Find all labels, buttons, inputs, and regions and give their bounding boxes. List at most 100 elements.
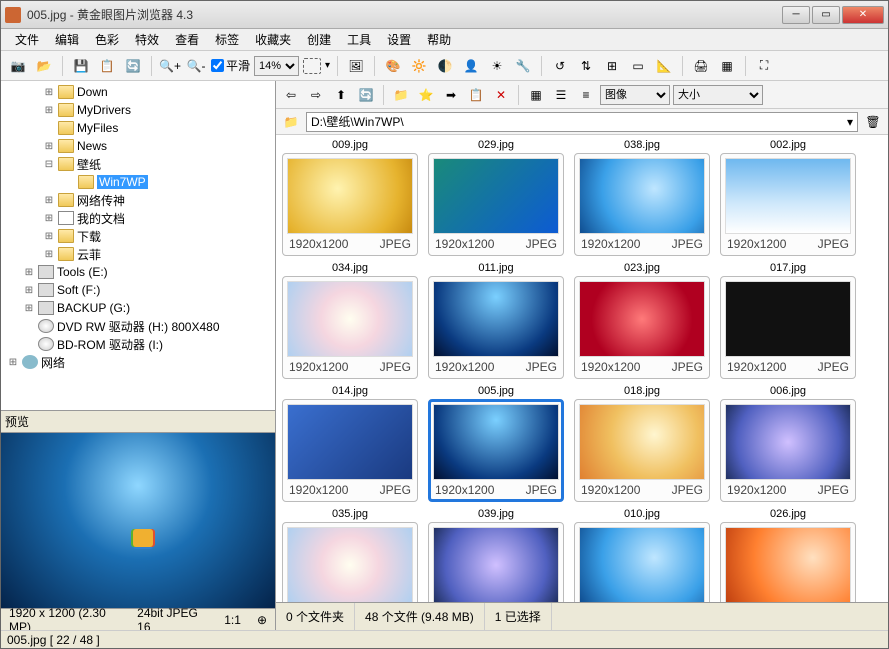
tree-item-1[interactable]: ⊞MyDrivers bbox=[3, 101, 273, 119]
thumb-014.jpg[interactable]: 014.jpg1920x1200JPEG bbox=[280, 385, 420, 502]
zoom-out-icon[interactable]: 🔍- bbox=[185, 55, 207, 77]
path-input[interactable]: D:\壁纸\Win7WP\▾ bbox=[306, 112, 858, 132]
tree-item-0[interactable]: ⊞Down bbox=[3, 83, 273, 101]
thumb-026.jpg[interactable]: 026.jpg1920x1200JPEG bbox=[718, 508, 858, 602]
thumb-image bbox=[433, 404, 559, 480]
refresh-icon[interactable]: 🔄 bbox=[355, 84, 377, 106]
effect1-icon[interactable]: 🎨 bbox=[382, 55, 404, 77]
menu-1[interactable]: 编辑 bbox=[47, 28, 87, 51]
menu-3[interactable]: 特效 bbox=[127, 28, 167, 51]
menubar: 文件编辑色彩特效查看标签收藏夹创建工具设置帮助 bbox=[1, 29, 888, 51]
forward-icon[interactable]: ⇨ bbox=[305, 84, 327, 106]
copy-to-icon[interactable]: 📋 bbox=[465, 84, 487, 106]
back-icon[interactable]: ⇦ bbox=[280, 84, 302, 106]
thumb-resolution: 1920x1200 bbox=[727, 483, 786, 497]
tree-item-4[interactable]: ⊟壁纸 bbox=[3, 155, 273, 173]
tree-item-8[interactable]: ⊞下载 bbox=[3, 227, 273, 245]
copy-icon[interactable]: 📋 bbox=[96, 55, 118, 77]
thumb-010.jpg[interactable]: 010.jpg1920x1200JPEG bbox=[572, 508, 712, 602]
effect2-icon[interactable]: 🔆 bbox=[408, 55, 430, 77]
thumb-filename: 035.jpg bbox=[332, 508, 368, 520]
tree-item-15[interactable]: ⊞网络 bbox=[3, 353, 273, 371]
sort-select[interactable]: 大小 bbox=[673, 85, 763, 105]
thumb-018.jpg[interactable]: 018.jpg1920x1200JPEG bbox=[572, 385, 712, 502]
delete-icon[interactable]: ✕ bbox=[490, 84, 512, 106]
menu-0[interactable]: 文件 bbox=[7, 28, 47, 51]
effect6-icon[interactable]: 🔧 bbox=[512, 55, 534, 77]
tree-item-2[interactable]: MyFiles bbox=[3, 119, 273, 137]
move-icon[interactable]: ➡ bbox=[440, 84, 462, 106]
effect5-icon[interactable]: ☀ bbox=[486, 55, 508, 77]
menu-10[interactable]: 帮助 bbox=[419, 28, 459, 51]
menu-4[interactable]: 查看 bbox=[167, 28, 207, 51]
menu-8[interactable]: 工具 bbox=[339, 28, 379, 51]
tree-item-11[interactable]: ⊞Soft (F:) bbox=[3, 281, 273, 299]
smooth-checkbox[interactable]: 平滑 bbox=[211, 57, 250, 74]
tree-item-13[interactable]: DVD RW 驱动器 (H:) 800X480 bbox=[3, 317, 273, 335]
trash-icon[interactable]: 🗑 bbox=[862, 111, 884, 133]
close-button[interactable]: ✕ bbox=[842, 6, 884, 24]
up-icon[interactable]: ⬆ bbox=[330, 84, 352, 106]
thumb-005.jpg[interactable]: 005.jpg1920x1200JPEG bbox=[426, 385, 566, 502]
zoom-select[interactable]: 14% bbox=[254, 56, 299, 76]
thumb-035.jpg[interactable]: 035.jpg1920x1200JPEG bbox=[280, 508, 420, 602]
thumb-029.jpg[interactable]: 029.jpg1920x1200JPEG bbox=[426, 139, 566, 256]
folder-tree[interactable]: ⊞Down⊞MyDriversMyFiles⊞News⊟壁纸Win7WP⊞网络传… bbox=[1, 81, 275, 410]
tree-item-6[interactable]: ⊞网络传神 bbox=[3, 191, 273, 209]
tool2-icon[interactable]: ⇅ bbox=[575, 55, 597, 77]
thumb-038.jpg[interactable]: 038.jpg1920x1200JPEG bbox=[572, 139, 712, 256]
save-icon[interactable]: 💾 bbox=[70, 55, 92, 77]
preview-pane[interactable] bbox=[1, 433, 275, 608]
fav-icon[interactable]: ⭐ bbox=[415, 84, 437, 106]
thumb-resolution: 1920x1200 bbox=[289, 237, 348, 251]
view-detail-icon[interactable]: ≡ bbox=[575, 84, 597, 106]
menu-6[interactable]: 收藏夹 bbox=[247, 28, 299, 51]
thumb-format: JPEG bbox=[818, 483, 849, 497]
thumb-filename: 011.jpg bbox=[478, 262, 513, 274]
view-large-icon[interactable]: ▦ bbox=[525, 84, 547, 106]
camera-icon[interactable]: 📷 bbox=[7, 55, 29, 77]
tool5-icon[interactable]: 📐 bbox=[653, 55, 675, 77]
tree-item-3[interactable]: ⊞News bbox=[3, 137, 273, 155]
view-list-icon[interactable]: ☰ bbox=[550, 84, 572, 106]
tool3-icon[interactable]: ⊞ bbox=[601, 55, 623, 77]
thumb-034.jpg[interactable]: 034.jpg1920x1200JPEG bbox=[280, 262, 420, 379]
tool1-icon[interactable]: ↺ bbox=[549, 55, 571, 77]
selection-icon[interactable] bbox=[303, 58, 321, 74]
minimize-button[interactable]: ─ bbox=[782, 6, 810, 24]
thumbnail-area[interactable]: 009.jpg1920x1200JPEG029.jpg1920x1200JPEG… bbox=[276, 135, 888, 602]
fullscreen-icon[interactable]: ⛶ bbox=[753, 55, 775, 77]
tool4-icon[interactable]: ▭ bbox=[627, 55, 649, 77]
tree-item-7[interactable]: ⊞我的文档 bbox=[3, 209, 273, 227]
effect3-icon[interactable]: 🌓 bbox=[434, 55, 456, 77]
export-icon[interactable]: 🖼 bbox=[345, 55, 367, 77]
menu-9[interactable]: 设置 bbox=[379, 28, 419, 51]
rotate-icon[interactable]: 🔄 bbox=[122, 55, 144, 77]
tree-item-12[interactable]: ⊞BACKUP (G:) bbox=[3, 299, 273, 317]
tree-item-14[interactable]: BD-ROM 驱动器 (I:) bbox=[3, 335, 273, 353]
tree-item-9[interactable]: ⊞云菲 bbox=[3, 245, 273, 263]
thumb-039.jpg[interactable]: 039.jpg1920x1200JPEG bbox=[426, 508, 566, 602]
filter-select[interactable]: 图像 bbox=[600, 85, 670, 105]
thumb-017.jpg[interactable]: 017.jpg1920x1200JPEG bbox=[718, 262, 858, 379]
print-icon[interactable]: 🖨 bbox=[690, 55, 712, 77]
info-icon[interactable]: ⊕ bbox=[249, 613, 275, 627]
tree-item-5[interactable]: Win7WP bbox=[3, 173, 273, 191]
thumb-filename: 014.jpg bbox=[332, 385, 368, 397]
tree-item-10[interactable]: ⊞Tools (E:) bbox=[3, 263, 273, 281]
thumb-resolution: 1920x1200 bbox=[727, 237, 786, 251]
zoom-in-icon[interactable]: 🔍+ bbox=[159, 55, 181, 77]
thumb-023.jpg[interactable]: 023.jpg1920x1200JPEG bbox=[572, 262, 712, 379]
grid-icon[interactable]: ▦ bbox=[716, 55, 738, 77]
effect4-icon[interactable]: 👤 bbox=[460, 55, 482, 77]
newfolder-icon[interactable]: 📁 bbox=[390, 84, 412, 106]
thumb-009.jpg[interactable]: 009.jpg1920x1200JPEG bbox=[280, 139, 420, 256]
maximize-button[interactable]: ▭ bbox=[812, 6, 840, 24]
thumb-011.jpg[interactable]: 011.jpg1920x1200JPEG bbox=[426, 262, 566, 379]
menu-7[interactable]: 创建 bbox=[299, 28, 339, 51]
thumb-006.jpg[interactable]: 006.jpg1920x1200JPEG bbox=[718, 385, 858, 502]
open-icon[interactable]: 📂 bbox=[33, 55, 55, 77]
menu-5[interactable]: 标签 bbox=[207, 28, 247, 51]
thumb-002.jpg[interactable]: 002.jpg1920x1200JPEG bbox=[718, 139, 858, 256]
menu-2[interactable]: 色彩 bbox=[87, 28, 127, 51]
